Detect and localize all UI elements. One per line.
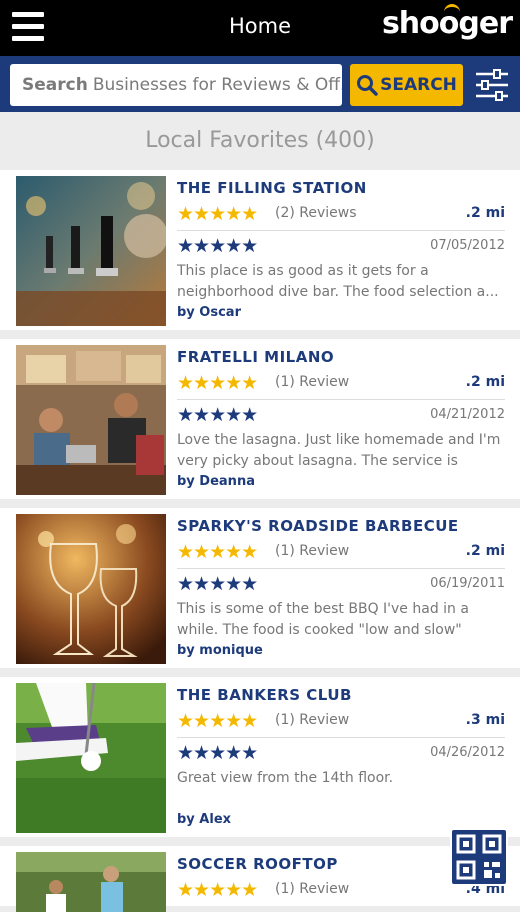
review-author: by Alex [177, 812, 232, 827]
qr-code-scan-button[interactable] [450, 828, 508, 886]
business-name[interactable]: SOCCER ROOFTOP [177, 855, 338, 873]
review-rating-stars: ★★★★★ [177, 742, 258, 764]
review-date: 06/19/2011 [430, 576, 505, 591]
review-author: by Oscar [177, 305, 241, 320]
search-bar: Search Businesses for Reviews & Off... S… [0, 56, 520, 112]
review-rating-stars: ★★★★★ [177, 573, 258, 595]
divider [177, 568, 505, 569]
rating-row: ★★★★★ (1) Review .2 mi [177, 541, 505, 563]
app-logo: shooger [381, 6, 513, 41]
business-name[interactable]: THE FILLING STATION [177, 179, 367, 197]
business-name[interactable]: SPARKY'S ROADSIDE BARBECUE [177, 517, 459, 535]
rating-row: ★★★★★ (1) Review .2 mi [177, 372, 505, 394]
listing-card[interactable]: FRATELLI MILANO ★★★★★ (1) Review .2 mi ★… [0, 339, 520, 499]
business-rating-stars: ★★★★★ [177, 372, 258, 394]
listing-card[interactable]: THE FILLING STATION ★★★★★ (2) Reviews .2… [0, 170, 520, 330]
section-title: Local Favorites (400) [0, 112, 520, 170]
filter-sliders-icon[interactable] [474, 67, 510, 103]
search-placeholder-rest: Businesses for Reviews & Off... [92, 75, 342, 95]
distance: .3 mi [465, 712, 505, 728]
search-button[interactable]: SEARCH [350, 64, 463, 106]
review-count: (2) Reviews [275, 205, 357, 221]
cafe-people-photo [16, 345, 166, 495]
review-rating-stars: ★★★★★ [177, 235, 258, 257]
review-date: 04/21/2012 [430, 407, 505, 422]
business-name[interactable]: THE BANKERS CLUB [177, 686, 352, 704]
review-count: (1) Review [275, 543, 350, 559]
business-rating-stars: ★★★★★ [177, 203, 258, 225]
search-placeholder-bold: Search [22, 75, 88, 95]
rating-row: ★★★★★ (1) Review .3 mi [177, 710, 505, 732]
review-header: ★★★★★ 04/26/2012 [177, 742, 505, 764]
divider [177, 230, 505, 231]
golf-photo [16, 683, 166, 833]
review-date: 04/26/2012 [430, 745, 505, 760]
top-app-bar: Home shooger [0, 0, 520, 56]
review-excerpt: Love the lasagna. Just like homemade and… [177, 432, 501, 469]
search-input[interactable]: Search Businesses for Reviews & Off... [10, 64, 342, 106]
qr-code-icon [456, 834, 502, 880]
review-count: (1) Review [275, 881, 350, 897]
review-excerpt: This is some of the best BBQ I've had in… [177, 601, 469, 638]
review-excerpt: This place is as good as it gets for a n… [177, 263, 499, 300]
listing-card[interactable]: SOCCER ROOFTOP ★★★★★ (1) Review .4 mi [0, 846, 520, 912]
listing-card[interactable]: THE BANKERS CLUB ★★★★★ (1) Review .3 mi … [0, 677, 520, 837]
review-count: (1) Review [275, 712, 350, 728]
divider [177, 737, 505, 738]
business-rating-stars: ★★★★★ [177, 879, 258, 901]
business-rating-stars: ★★★★★ [177, 541, 258, 563]
review-rating-stars: ★★★★★ [177, 404, 258, 426]
review-header: ★★★★★ 04/21/2012 [177, 404, 505, 426]
distance: .2 mi [465, 205, 505, 221]
soccer-photo [16, 852, 166, 912]
listing-card[interactable]: SPARKY'S ROADSIDE BARBECUE ★★★★★ (1) Rev… [0, 508, 520, 668]
business-rating-stars: ★★★★★ [177, 710, 258, 732]
review-author: by monique [177, 643, 263, 658]
rating-row: ★★★★★ (2) Reviews .2 mi [177, 203, 505, 225]
distance: .2 mi [465, 374, 505, 390]
business-name[interactable]: FRATELLI MILANO [177, 348, 334, 366]
review-header: ★★★★★ 07/05/2012 [177, 235, 505, 257]
review-author: by Deanna [177, 474, 255, 489]
review-header: ★★★★★ 06/19/2011 [177, 573, 505, 595]
divider [177, 399, 505, 400]
review-count: (1) Review [275, 374, 350, 390]
review-date: 07/05/2012 [430, 238, 505, 253]
search-button-label: SEARCH [380, 75, 457, 95]
search-icon [357, 75, 378, 96]
distance: .2 mi [465, 543, 505, 559]
beer-taps-photo [16, 176, 166, 326]
review-excerpt: Great view from the 14th floor. [177, 770, 394, 786]
wine-glasses-photo [16, 514, 166, 664]
